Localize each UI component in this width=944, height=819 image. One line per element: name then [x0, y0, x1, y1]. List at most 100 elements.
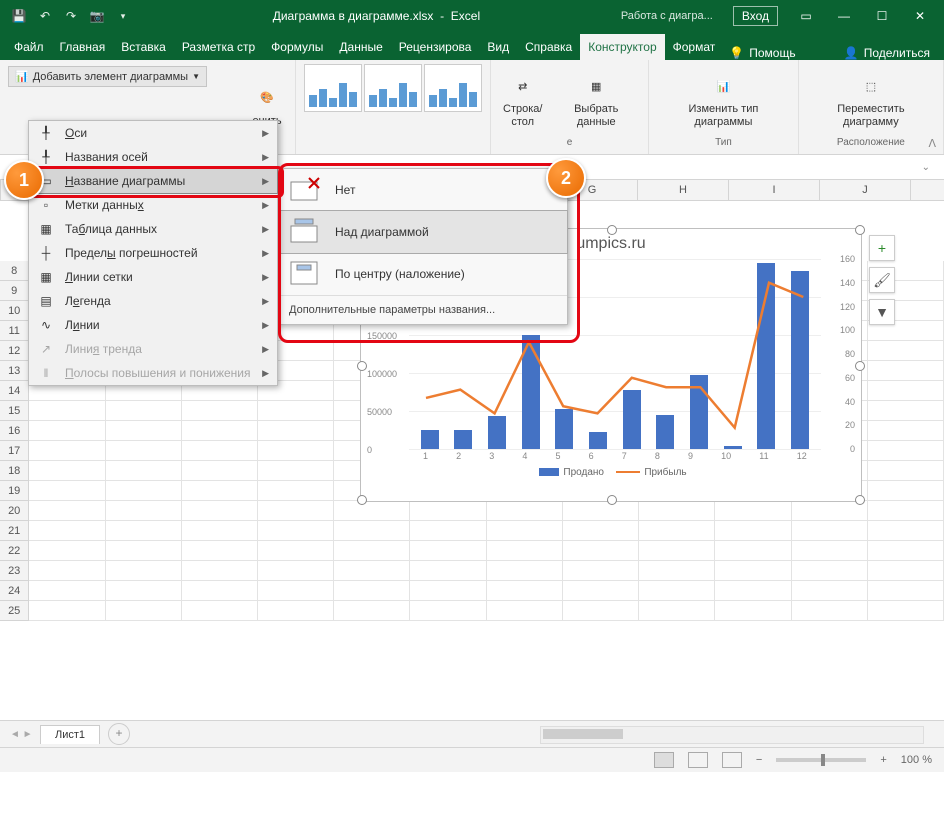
zoom-level[interactable]: 100 %	[901, 754, 932, 766]
chart-legend[interactable]: Продано Прибыль	[361, 467, 861, 478]
cell[interactable]	[487, 501, 563, 521]
submenu-above[interactable]: Над диаграммой	[276, 210, 568, 254]
cell[interactable]	[639, 561, 715, 581]
cell[interactable]	[563, 601, 639, 621]
cell[interactable]	[106, 561, 182, 581]
col-header-J[interactable]: J	[820, 180, 911, 200]
cell[interactable]	[868, 601, 944, 621]
close-icon[interactable]: ✕	[902, 1, 938, 31]
menu-error-bars[interactable]: ┼Пределы погрешностей▶	[29, 241, 277, 265]
tab-view[interactable]: Вид	[479, 34, 517, 60]
cell[interactable]	[868, 481, 944, 501]
cell[interactable]	[715, 521, 791, 541]
cell[interactable]	[29, 581, 105, 601]
menu-axis-titles[interactable]: ╀Названия осей▶	[29, 145, 277, 169]
cell[interactable]	[258, 561, 334, 581]
row-header[interactable]: 21	[0, 521, 29, 541]
collapse-ribbon-icon[interactable]: ᐱ	[928, 137, 936, 150]
row-header[interactable]: 10	[0, 301, 29, 321]
cell[interactable]	[258, 441, 334, 461]
cell[interactable]	[29, 461, 105, 481]
signin-button[interactable]: Вход	[733, 6, 778, 26]
col-header-H[interactable]: H	[638, 180, 729, 200]
submenu-none[interactable]: Нет	[277, 169, 567, 211]
cell[interactable]	[334, 601, 410, 621]
tell-me[interactable]: 💡Помощь	[729, 46, 795, 60]
cell[interactable]	[715, 561, 791, 581]
share-button[interactable]: 👤Поделиться	[844, 46, 930, 60]
zoom-slider[interactable]	[776, 758, 866, 762]
cell[interactable]	[563, 521, 639, 541]
cell[interactable]	[334, 561, 410, 581]
cell[interactable]	[106, 541, 182, 561]
cell[interactable]	[258, 421, 334, 441]
cell[interactable]	[182, 581, 258, 601]
cell[interactable]	[182, 601, 258, 621]
cell[interactable]	[792, 601, 868, 621]
cell[interactable]	[868, 521, 944, 541]
cell[interactable]	[410, 561, 486, 581]
cell[interactable]	[258, 461, 334, 481]
cell[interactable]	[410, 581, 486, 601]
cell[interactable]	[334, 541, 410, 561]
chart-style-2[interactable]	[364, 64, 422, 112]
redo-icon[interactable]: ↷	[62, 7, 80, 25]
camera-icon[interactable]: 📷	[88, 7, 106, 25]
cell[interactable]	[334, 581, 410, 601]
cell[interactable]	[29, 601, 105, 621]
row-header[interactable]: 11	[0, 321, 29, 341]
undo-icon[interactable]: ↶	[36, 7, 54, 25]
cell[interactable]	[487, 561, 563, 581]
row-header[interactable]: 13	[0, 361, 29, 381]
row-header[interactable]: 25	[0, 601, 29, 621]
cell[interactable]	[487, 541, 563, 561]
cell[interactable]	[334, 521, 410, 541]
row-header[interactable]: 18	[0, 461, 29, 481]
chart-style-3[interactable]	[424, 64, 482, 112]
cell[interactable]	[258, 521, 334, 541]
cell[interactable]	[182, 421, 258, 441]
cell[interactable]	[410, 601, 486, 621]
tab-layout[interactable]: Разметка стр	[174, 34, 263, 60]
formula-expand-icon[interactable]: ⌄	[922, 162, 930, 173]
row-header[interactable]: 23	[0, 561, 29, 581]
cell[interactable]	[410, 521, 486, 541]
cell[interactable]	[106, 481, 182, 501]
row-header[interactable]: 20	[0, 501, 29, 521]
qat-more-icon[interactable]: ▾	[114, 7, 132, 25]
cell[interactable]	[258, 501, 334, 521]
cell[interactable]	[182, 541, 258, 561]
ribbon-options-icon[interactable]: ▭	[788, 1, 824, 31]
cell[interactable]	[868, 341, 944, 361]
tab-home[interactable]: Главная	[52, 34, 114, 60]
save-icon[interactable]: 💾	[10, 7, 28, 25]
cell[interactable]	[868, 501, 944, 521]
chart-brush-button[interactable]: 🖌	[869, 267, 895, 293]
cell[interactable]	[868, 401, 944, 421]
cell[interactable]	[639, 501, 715, 521]
cell[interactable]	[868, 541, 944, 561]
menu-axes[interactable]: ╀Оси▶	[29, 121, 277, 145]
tab-review[interactable]: Рецензирова	[391, 34, 480, 60]
row-header[interactable]: 15	[0, 401, 29, 421]
tab-insert[interactable]: Вставка	[113, 34, 174, 60]
row-header[interactable]: 14	[0, 381, 29, 401]
row-header[interactable]: 9	[0, 281, 29, 301]
cell[interactable]	[868, 421, 944, 441]
cell[interactable]	[868, 461, 944, 481]
col-header-K[interactable]: K	[911, 180, 944, 200]
chart-style-1[interactable]	[304, 64, 362, 112]
cell[interactable]	[563, 541, 639, 561]
cell[interactable]	[29, 481, 105, 501]
cell[interactable]	[182, 481, 258, 501]
switch-row-col-button[interactable]: ⇄Строка/стол	[499, 71, 546, 130]
select-data-button[interactable]: ▦Выбрать данные	[552, 71, 640, 130]
cell[interactable]	[868, 361, 944, 381]
sheet-tab-1[interactable]: Лист1	[40, 725, 100, 744]
cell[interactable]	[106, 401, 182, 421]
cell[interactable]	[106, 501, 182, 521]
cell[interactable]	[639, 541, 715, 561]
cell[interactable]	[487, 581, 563, 601]
tab-format[interactable]: Формат	[665, 34, 724, 60]
cell[interactable]	[563, 561, 639, 581]
